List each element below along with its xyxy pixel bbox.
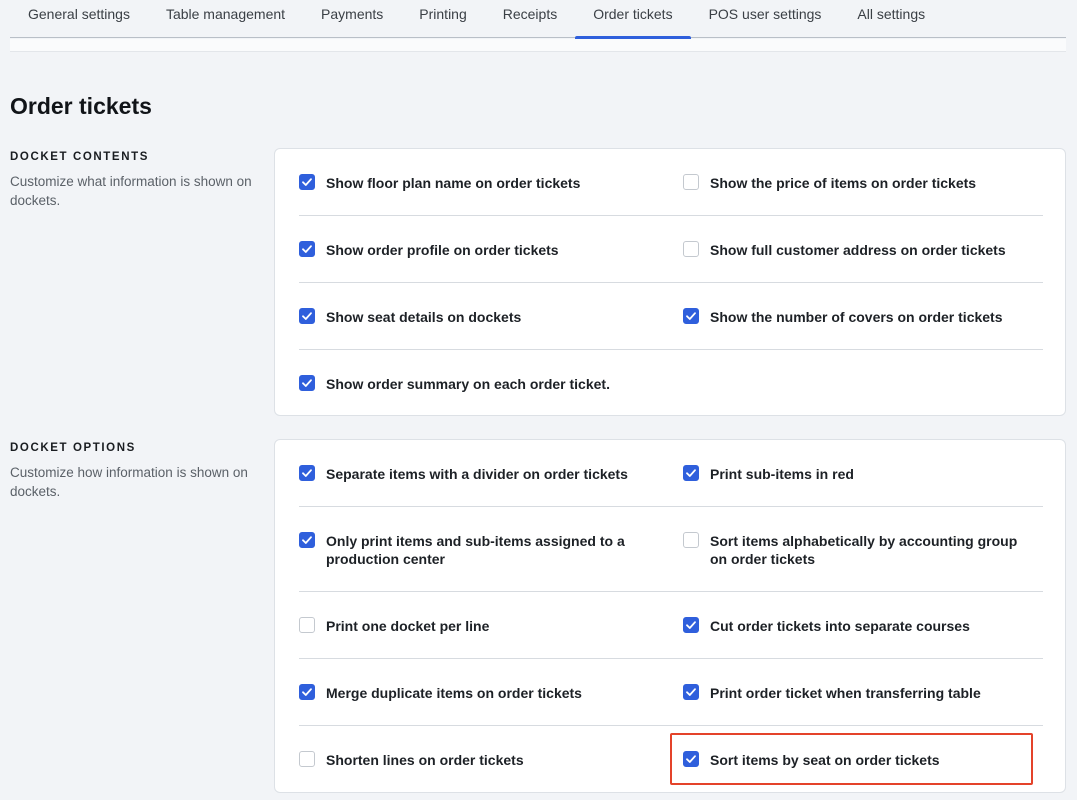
option-show-item-price[interactable]: Show the price of items on order tickets xyxy=(683,174,1043,192)
checkbox-icon[interactable] xyxy=(299,308,315,324)
option-shorten-lines[interactable]: Shorten lines on order tickets xyxy=(299,751,659,769)
docket-options-heading: DOCKET OPTIONS xyxy=(10,442,136,454)
settings-tabs: General settings Table management Paymen… xyxy=(10,0,1066,39)
option-label: Separate items with a divider on order t… xyxy=(326,466,628,482)
option-label: Print order ticket when transferring tab… xyxy=(710,685,981,701)
option-print-when-transferring-table[interactable]: Print order ticket when transferring tab… xyxy=(683,684,1043,702)
option-label: Show floor plan name on order tickets xyxy=(326,175,581,191)
checkbox-icon[interactable] xyxy=(299,465,315,481)
option-show-order-summary[interactable]: Show order summary on each order ticket. xyxy=(299,375,659,393)
option-label: Shorten lines on order tickets xyxy=(326,752,524,768)
tab-payments[interactable]: Payments xyxy=(303,0,401,38)
highlight-box xyxy=(670,733,1033,785)
checkbox-icon[interactable] xyxy=(683,532,699,548)
options-row: Only print items and sub-items assigned … xyxy=(299,507,1043,592)
option-label: Only print items and sub-items assigned … xyxy=(326,533,625,567)
docket-options-description: Customize how information is shown on do… xyxy=(10,465,248,499)
option-show-customer-address[interactable]: Show full customer address on order tick… xyxy=(683,241,1043,259)
tab-general-settings[interactable]: General settings xyxy=(10,0,148,38)
option-label: Show seat details on dockets xyxy=(326,309,522,325)
option-label: Show full customer address on order tick… xyxy=(710,242,1006,258)
option-label: Print sub-items in red xyxy=(710,466,854,482)
option-label: Show the price of items on order tickets xyxy=(710,175,977,191)
option-print-sub-items-red[interactable]: Print sub-items in red xyxy=(683,465,1043,483)
page-title: Order tickets xyxy=(10,93,152,119)
option-label: Show order summary on each order ticket. xyxy=(326,376,610,392)
tab-table-management[interactable]: Table management xyxy=(148,0,303,38)
options-row: Separate items with a divider on order t… xyxy=(299,440,1043,507)
tab-receipts[interactable]: Receipts xyxy=(485,0,575,38)
checkbox-icon[interactable] xyxy=(299,617,315,633)
option-sort-alphabetically-accounting-group[interactable]: Sort items alphabetically by accounting … xyxy=(683,532,1033,568)
checkbox-icon[interactable] xyxy=(683,241,699,257)
options-row: Show seat details on dockets Show the nu… xyxy=(299,283,1043,350)
option-label: Show order profile on order tickets xyxy=(326,242,559,258)
sub-toolbar xyxy=(10,39,1066,52)
option-label: Merge duplicate items on order tickets xyxy=(326,685,582,701)
checkbox-icon[interactable] xyxy=(683,617,699,633)
checkbox-icon[interactable] xyxy=(299,375,315,391)
option-separate-items-divider[interactable]: Separate items with a divider on order t… xyxy=(299,465,659,483)
checkbox-icon[interactable] xyxy=(683,465,699,481)
options-row: Print one docket per line Cut order tick… xyxy=(299,592,1043,659)
options-row: Show order summary on each order ticket. xyxy=(299,350,1043,417)
option-show-number-of-covers[interactable]: Show the number of covers on order ticke… xyxy=(683,308,1043,326)
tab-pos-user-settings[interactable]: POS user settings xyxy=(691,0,840,38)
option-show-seat-details[interactable]: Show seat details on dockets xyxy=(299,308,659,326)
option-show-floor-plan-name[interactable]: Show floor plan name on order tickets xyxy=(299,174,659,192)
options-row: Show order profile on order tickets Show… xyxy=(299,216,1043,283)
checkbox-icon[interactable] xyxy=(683,308,699,324)
option-merge-duplicate-items[interactable]: Merge duplicate items on order tickets xyxy=(299,684,659,702)
option-label: Show the number of covers on order ticke… xyxy=(710,309,1003,325)
docket-contents-description: Customize what information is shown on d… xyxy=(10,174,252,208)
option-label: Cut order tickets into separate courses xyxy=(710,618,970,634)
options-row: Show floor plan name on order tickets Sh… xyxy=(299,149,1043,216)
option-print-one-docket-per-line[interactable]: Print one docket per line xyxy=(299,617,659,635)
checkbox-icon[interactable] xyxy=(683,684,699,700)
checkbox-icon[interactable] xyxy=(299,241,315,257)
checkbox-icon[interactable] xyxy=(683,174,699,190)
docket-contents-card: Show floor plan name on order tickets Sh… xyxy=(274,148,1066,416)
options-row: Merge duplicate items on order tickets P… xyxy=(299,659,1043,726)
option-label: Print one docket per line xyxy=(326,618,490,634)
checkbox-icon[interactable] xyxy=(299,684,315,700)
docket-contents-heading: DOCKET CONTENTS xyxy=(10,151,149,163)
option-show-order-profile[interactable]: Show order profile on order tickets xyxy=(299,241,659,259)
checkbox-icon[interactable] xyxy=(299,174,315,190)
checkbox-icon[interactable] xyxy=(299,532,315,548)
tab-order-tickets[interactable]: Order tickets xyxy=(575,0,691,39)
option-only-print-production-center[interactable]: Only print items and sub-items assigned … xyxy=(299,532,629,568)
tab-all-settings[interactable]: All settings xyxy=(839,0,943,38)
option-cut-separate-courses[interactable]: Cut order tickets into separate courses xyxy=(683,617,1043,635)
checkbox-icon[interactable] xyxy=(299,751,315,767)
tab-printing[interactable]: Printing xyxy=(401,0,484,38)
option-label: Sort items alphabetically by accounting … xyxy=(710,533,1018,567)
